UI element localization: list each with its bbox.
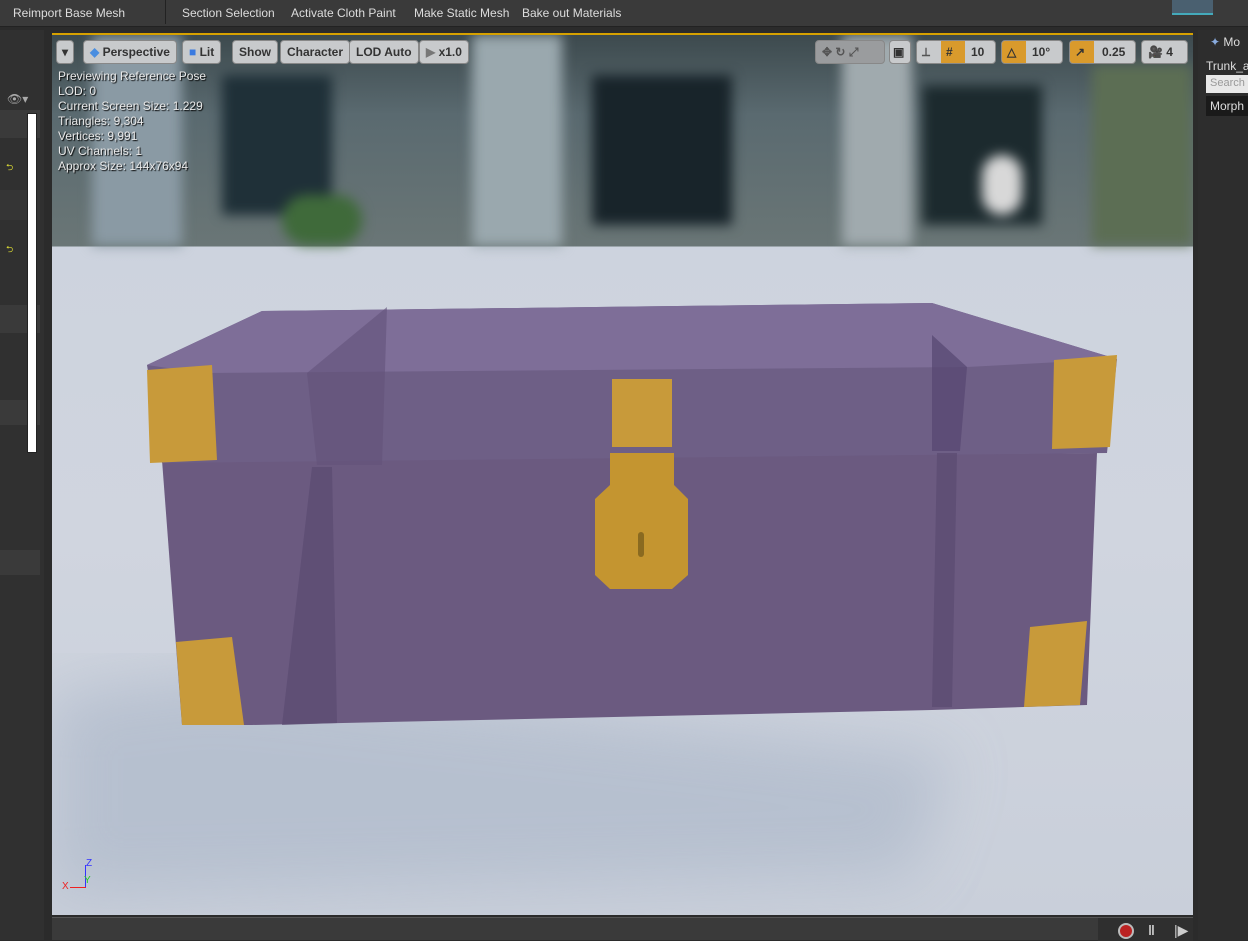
lit-button[interactable]: ■ Lit bbox=[182, 40, 222, 64]
search-input[interactable]: Search bbox=[1206, 75, 1248, 93]
reimport-base-mesh-button[interactable]: Reimport Base Mesh bbox=[13, 6, 125, 20]
scale-snap-icon[interactable]: ↗ bbox=[1070, 41, 1094, 63]
morph-tab-label: Mo bbox=[1223, 35, 1241, 49]
record-icon[interactable] bbox=[1118, 923, 1134, 939]
bake-out-materials-button[interactable]: Bake out Materials bbox=[522, 6, 621, 20]
axis-y-label: Y bbox=[84, 875, 91, 886]
perspective-label: Perspective bbox=[102, 45, 170, 59]
toolbar-divider bbox=[165, 0, 166, 24]
perspective-button[interactable]: ◆ Perspective bbox=[83, 40, 177, 64]
grid-snap[interactable]: ⟂ #10 bbox=[916, 40, 996, 64]
left-panel: 👁▾ ⮌ ⮌ bbox=[0, 30, 44, 940]
scale-snap[interactable]: ↗ 0.25 bbox=[1069, 40, 1136, 64]
thumbnail[interactable] bbox=[1172, 0, 1213, 15]
character-button[interactable]: Character bbox=[280, 40, 351, 64]
morph-target-icon: ✦ bbox=[1210, 35, 1221, 49]
play-icon: ▶ bbox=[426, 45, 436, 59]
timeline-bar: ‖ |▶ bbox=[52, 917, 1193, 941]
stat-line: Previewing Reference Pose bbox=[58, 69, 207, 83]
viewport[interactable]: ▾ ◆ Perspective ■ Lit Show Character LOD… bbox=[52, 33, 1193, 915]
axis-z-label: Z bbox=[86, 858, 93, 869]
trunk-mesh bbox=[52, 303, 1117, 895]
morph-tab[interactable]: ✦ Mo bbox=[1210, 35, 1240, 49]
rotation-snap[interactable]: △ 10° bbox=[1001, 40, 1063, 64]
stat-line: Triangles: 9,304 bbox=[58, 114, 144, 128]
stat-line: UV Channels: 1 bbox=[58, 144, 143, 158]
grid-snap-value[interactable]: 10 bbox=[965, 41, 990, 63]
lit-cube-icon: ■ bbox=[189, 45, 197, 59]
camera-speed[interactable]: 🎥 4 bbox=[1141, 40, 1188, 64]
asset-name: Trunk_a bbox=[1206, 59, 1248, 73]
step-forward-icon[interactable]: |▶ bbox=[1174, 922, 1188, 939]
morph-column-header[interactable]: Morph bbox=[1206, 96, 1248, 116]
rotation-snap-icon[interactable]: △ bbox=[1002, 41, 1026, 63]
perspective-icon: ◆ bbox=[90, 45, 100, 59]
stats-overlay: Previewing Reference Pose LOD: 0 Current… bbox=[58, 69, 206, 174]
section-selection-button[interactable]: Section Selection bbox=[182, 6, 275, 20]
right-panel: ✦ Mo Trunk_a Search Morph bbox=[1198, 30, 1248, 940]
reset-arrow-icon[interactable]: ⮌ bbox=[6, 160, 13, 176]
stat-line: Vertices: 9,991 bbox=[58, 129, 138, 143]
axis-x-label: X bbox=[62, 881, 69, 892]
camera-icon: 🎥 bbox=[1148, 45, 1163, 59]
world-local-icon[interactable]: ▣ bbox=[889, 40, 911, 64]
rotate-icon[interactable]: ↻ bbox=[835, 45, 845, 59]
pause-icon[interactable]: ‖ bbox=[1148, 922, 1155, 938]
move-icon[interactable]: ✥ bbox=[822, 45, 832, 59]
show-button[interactable]: Show bbox=[232, 40, 278, 64]
stat-line: Current Screen Size: 1.229 bbox=[58, 99, 203, 113]
stat-line: LOD: 0 bbox=[58, 84, 97, 98]
transform-tools[interactable]: ✥ ↻ ⤢ bbox=[815, 40, 885, 64]
playback-speed-button[interactable]: ▶ x1.0 bbox=[419, 40, 469, 64]
scrollbar[interactable] bbox=[27, 113, 37, 453]
speed-label: x1.0 bbox=[438, 45, 462, 59]
surface-snap-icon[interactable]: ⟂ bbox=[917, 41, 941, 63]
grid-icon[interactable]: # bbox=[941, 41, 965, 63]
lit-label: Lit bbox=[199, 45, 215, 59]
activate-cloth-paint-button[interactable]: Activate Cloth Paint bbox=[291, 6, 396, 20]
main-toolbar: Reimport Base Mesh Section Selection Act… bbox=[0, 0, 1248, 27]
make-static-mesh-button[interactable]: Make Static Mesh bbox=[414, 6, 509, 20]
lod-button[interactable]: LOD Auto bbox=[349, 40, 419, 64]
viewport-options-button[interactable]: ▾ bbox=[56, 40, 75, 64]
stat-line: Approx Size: 144x76x94 bbox=[58, 159, 189, 173]
camera-speed-value: 4 bbox=[1166, 45, 1173, 59]
rotation-snap-value[interactable]: 10° bbox=[1026, 41, 1056, 63]
scale-icon[interactable]: ⤢ bbox=[849, 45, 859, 59]
reset-arrow-icon[interactable]: ⮌ bbox=[6, 242, 13, 258]
eye-icon[interactable]: 👁▾ bbox=[7, 92, 28, 106]
scale-snap-value[interactable]: 0.25 bbox=[1094, 41, 1133, 63]
axis-indicator: Z Y X bbox=[60, 855, 100, 895]
